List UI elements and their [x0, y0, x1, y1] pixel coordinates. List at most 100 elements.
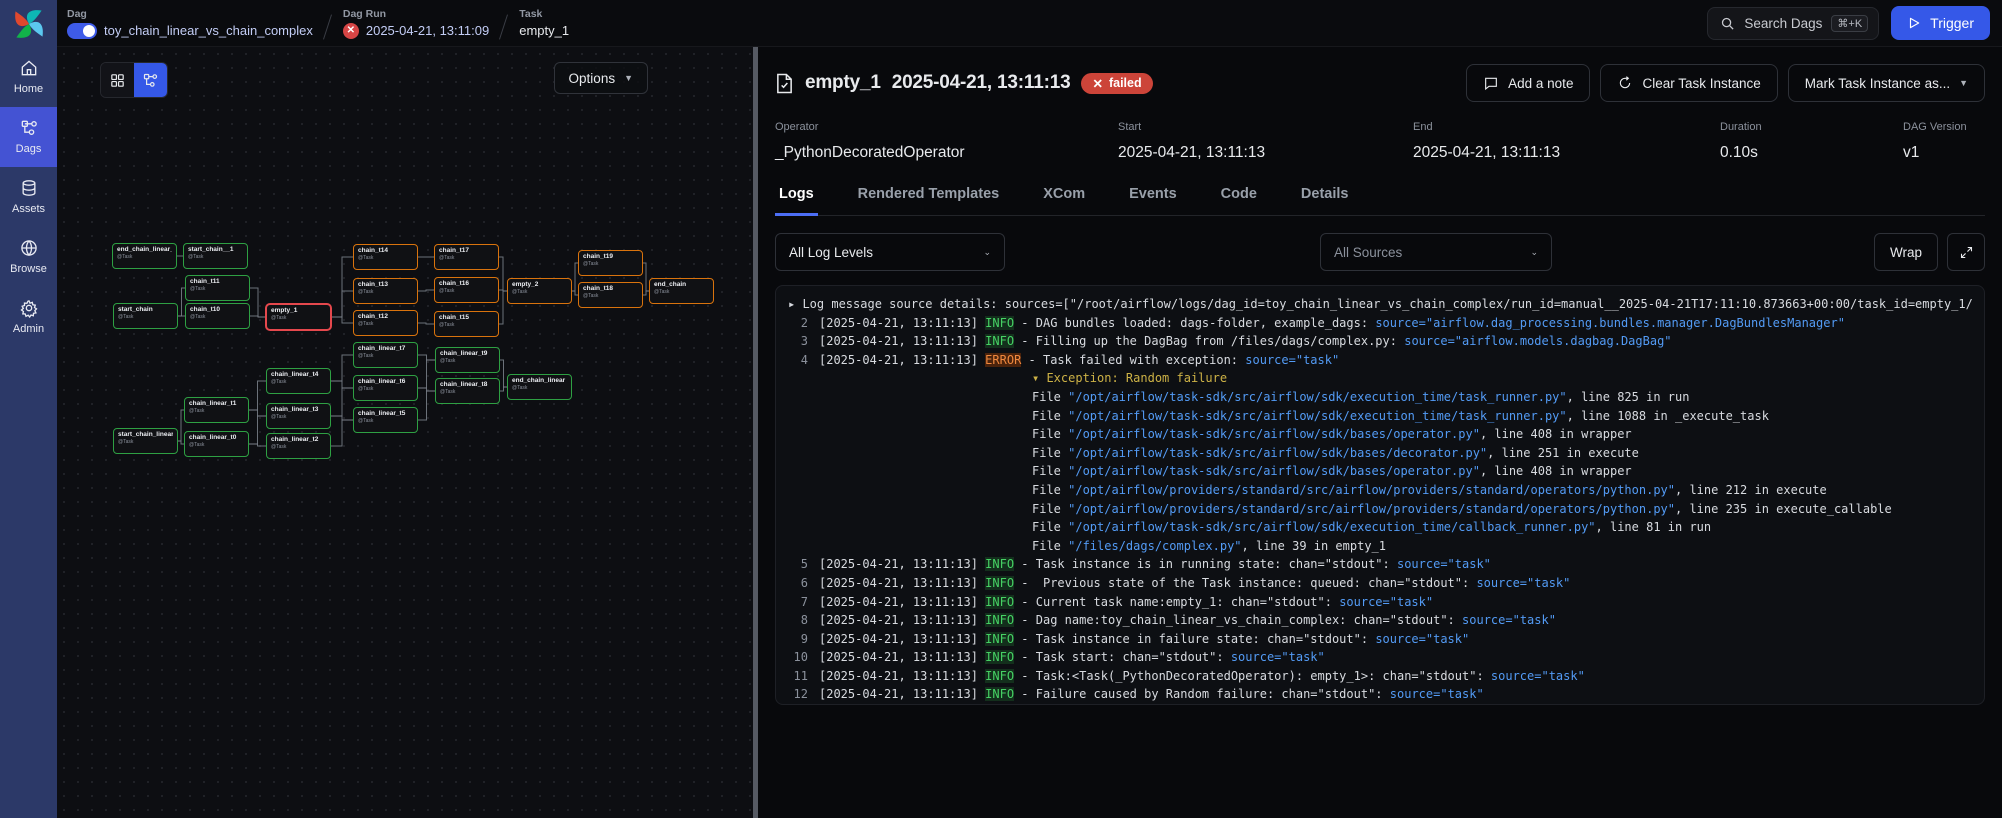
sidebar-item-dags[interactable]: Dags — [0, 107, 57, 167]
tab-rendered-templates[interactable]: Rendered Templates — [856, 186, 1002, 215]
clear-task-instance-button[interactable]: Clear Task Instance — [1600, 64, 1777, 102]
node-status-pill: ✓ success — [190, 301, 220, 302]
sidebar-item-admin[interactable]: Admin — [0, 287, 57, 347]
node-status-pill: ✓ success — [117, 269, 147, 270]
sidebar-item-label: Dags — [16, 143, 42, 155]
node-status-pill: ✓ success — [188, 269, 218, 270]
graph-node-chain_linear_t2[interactable]: chain_linear_t2@Task✓ success — [266, 433, 331, 459]
dag-run-link[interactable]: 2025-04-21, 13:11:09 — [366, 23, 489, 38]
graph-node-chain_linear_t1[interactable]: chain_linear_t1@Task✓ success — [184, 397, 249, 423]
meta-value: 2025-04-21, 13:11:13 — [1413, 144, 1720, 162]
graph-node-chain_t11[interactable]: chain_t11@Task✓ success — [185, 275, 250, 301]
task-name: empty_1 — [519, 23, 569, 38]
log-line-number: 10 — [788, 648, 808, 667]
graph-node-chain_linear_t5[interactable]: chain_linear_t5@Task✓ success — [353, 407, 418, 433]
graph-node-chain_linear_t6[interactable]: chain_linear_t6@Task✓ success — [353, 375, 418, 401]
graph-node-chain_t12[interactable]: chain_t12@Task⊘ upstream_failed — [353, 310, 418, 336]
sidebar-item-home[interactable]: Home — [0, 47, 57, 107]
log-line-number: 7 — [788, 593, 808, 612]
graph-node-chain_t17[interactable]: chain_t17@Task⊘ upstream_failed — [434, 244, 499, 270]
search-dags-input[interactable]: Search Dags ⌘+K — [1707, 7, 1879, 40]
log-lines: ▸ Log message source details: sources=["… — [788, 295, 1972, 704]
trigger-button[interactable]: Trigger — [1891, 6, 1990, 40]
graph-node-chain_t14[interactable]: chain_t14@Task⊘ upstream_failed — [353, 244, 418, 270]
meta-value: v1 — [1903, 144, 1967, 162]
grid-view-button[interactable] — [101, 63, 134, 97]
graph-node-empty_2[interactable]: empty_2@Task⊘ upstream_failed — [507, 278, 572, 304]
graph-node-end_chain[interactable]: end_chain@Task⊘ upstream_failed — [649, 278, 714, 304]
chevron-down-icon: ▼ — [1959, 78, 1968, 88]
graph-node-chain_t10[interactable]: chain_t10@Task✓ success — [185, 303, 250, 329]
meta-label: Duration — [1720, 121, 1903, 133]
graph-node-chain_linear_t7[interactable]: chain_linear_t7@Task✓ success — [353, 342, 418, 368]
graph-view-button[interactable] — [134, 63, 167, 97]
search-shortcut-kbd: ⌘+K — [1831, 15, 1868, 32]
tab-events[interactable]: Events — [1127, 186, 1179, 215]
graph-node-chain_linear_t8[interactable]: chain_linear_t8@Task✓ success — [435, 378, 500, 404]
admin-gear-icon — [19, 298, 39, 318]
graph-node-end_chain_linear__1[interactable]: end_chain_linear__1@Task✓ success — [112, 243, 177, 269]
grid-icon — [109, 72, 126, 89]
graph-node-chain_linear_t0[interactable]: chain_linear_t0@Task✓ success — [184, 431, 249, 457]
tab-details[interactable]: Details — [1299, 186, 1351, 215]
node-status-pill: ⊘ upstream_failed — [358, 336, 405, 337]
options-button[interactable]: Options ▼ — [554, 62, 648, 94]
refresh-icon — [1617, 75, 1633, 91]
graph-node-start_chain__1[interactable]: start_chain__1@Task✓ success — [183, 243, 248, 269]
graph-node-chain_linear_t4[interactable]: chain_linear_t4@Task✓ success — [266, 368, 331, 394]
log-line: 10[2025-04-21, 13:11:13] INFO - Task sta… — [788, 648, 1972, 667]
log-sources-select[interactable]: All Sources ⌄ — [1320, 233, 1552, 271]
dag-pause-toggle[interactable] — [67, 23, 97, 39]
log-viewer[interactable]: ▸ Log message source details: sources=["… — [775, 285, 1985, 705]
log-line: File "/opt/airflow/task-sdk/src/airflow/… — [788, 444, 1972, 463]
wrap-button[interactable]: Wrap — [1874, 233, 1938, 271]
log-line-number: 12 — [788, 685, 808, 704]
log-line-number: 4 — [788, 351, 808, 370]
mark-task-instance-as-button[interactable]: Mark Task Instance as... ▼ — [1788, 64, 1985, 102]
node-status-pill: ✕ failed — [271, 330, 295, 331]
log-levels-select[interactable]: All Log Levels ⌄ — [775, 233, 1005, 271]
add-note-button[interactable]: Add a note — [1466, 64, 1590, 102]
tab-xcom[interactable]: XCom — [1041, 186, 1087, 215]
node-status-pill: ⊘ upstream_failed — [583, 276, 630, 277]
log-line: 8[2025-04-21, 13:11:13] INFO - Dag name:… — [788, 611, 1972, 630]
meta-end: End 2025-04-21, 13:11:13 — [1413, 121, 1720, 162]
sidebar: Home Dags Assets Browse Admin — [0, 0, 57, 818]
sidebar-item-label: Browse — [10, 263, 47, 275]
note-bubble-icon — [1483, 75, 1499, 91]
tab-code[interactable]: Code — [1219, 186, 1259, 215]
graph-node-chain_linear_t9[interactable]: chain_linear_t9@Task✓ success — [435, 347, 500, 373]
log-line: 9[2025-04-21, 13:11:13] INFO - Task inst… — [788, 630, 1972, 649]
graph-node-start_chain_linear[interactable]: start_chain_linear@Task✓ success — [113, 428, 178, 454]
graph-node-chain_t16[interactable]: chain_t16@Task⊘ upstream_failed — [434, 277, 499, 303]
failed-x-icon: ✕ — [1092, 76, 1102, 91]
sidebar-item-browse[interactable]: Browse — [0, 227, 57, 287]
graph-node-chain_t13[interactable]: chain_t13@Task⊘ upstream_failed — [353, 278, 418, 304]
graph-node-chain_t18[interactable]: chain_t18@Task⊘ upstream_failed — [578, 282, 643, 308]
log-line: File "/opt/airflow/task-sdk/src/airflow/… — [788, 388, 1972, 407]
log-line: 2[2025-04-21, 13:11:13] INFO - DAG bundl… — [788, 314, 1972, 333]
panel-resize-divider[interactable] — [753, 47, 758, 818]
graph-node-chain_t19[interactable]: chain_t19@Task⊘ upstream_failed — [578, 250, 643, 276]
graph-node-end_chain_linear[interactable]: end_chain_linear@Task✓ success — [507, 374, 572, 400]
fullscreen-expand-button[interactable] — [1947, 233, 1985, 271]
meta-value: 0.10s — [1720, 144, 1903, 162]
tab-logs[interactable]: Logs — [777, 186, 816, 215]
meta-value: _PythonDecoratedOperator — [775, 144, 1118, 162]
options-label: Options — [569, 71, 616, 86]
airflow-logo[interactable] — [0, 0, 57, 47]
node-status-pill: ⊘ upstream_failed — [583, 308, 630, 309]
graph-node-start_chain[interactable]: start_chain@Task✓ success — [113, 303, 178, 329]
node-status-pill: ⊘ upstream_failed — [439, 337, 486, 338]
graph-node-chain_t15[interactable]: chain_t15@Task⊘ upstream_failed — [434, 311, 499, 337]
meta-label: DAG Version — [1903, 121, 1967, 133]
graph-node-empty_1[interactable]: empty_1@Task✕ failed — [266, 304, 331, 330]
assets-icon — [19, 178, 39, 198]
status-badge-label: failed — [1109, 76, 1142, 90]
sidebar-item-assets[interactable]: Assets — [0, 167, 57, 227]
log-controls: All Log Levels ⌄ All Sources ⌄ Wrap — [775, 233, 1985, 271]
graph-node-chain_linear_t3[interactable]: chain_linear_t3@Task✓ success — [266, 403, 331, 429]
graph-canvas[interactable]: end_chain_linear__1@Task✓ successstart_c… — [57, 47, 753, 818]
log-line: File "/opt/airflow/task-sdk/src/airflow/… — [788, 407, 1972, 426]
dag-name-link[interactable]: toy_chain_linear_vs_chain_complex — [104, 23, 313, 38]
